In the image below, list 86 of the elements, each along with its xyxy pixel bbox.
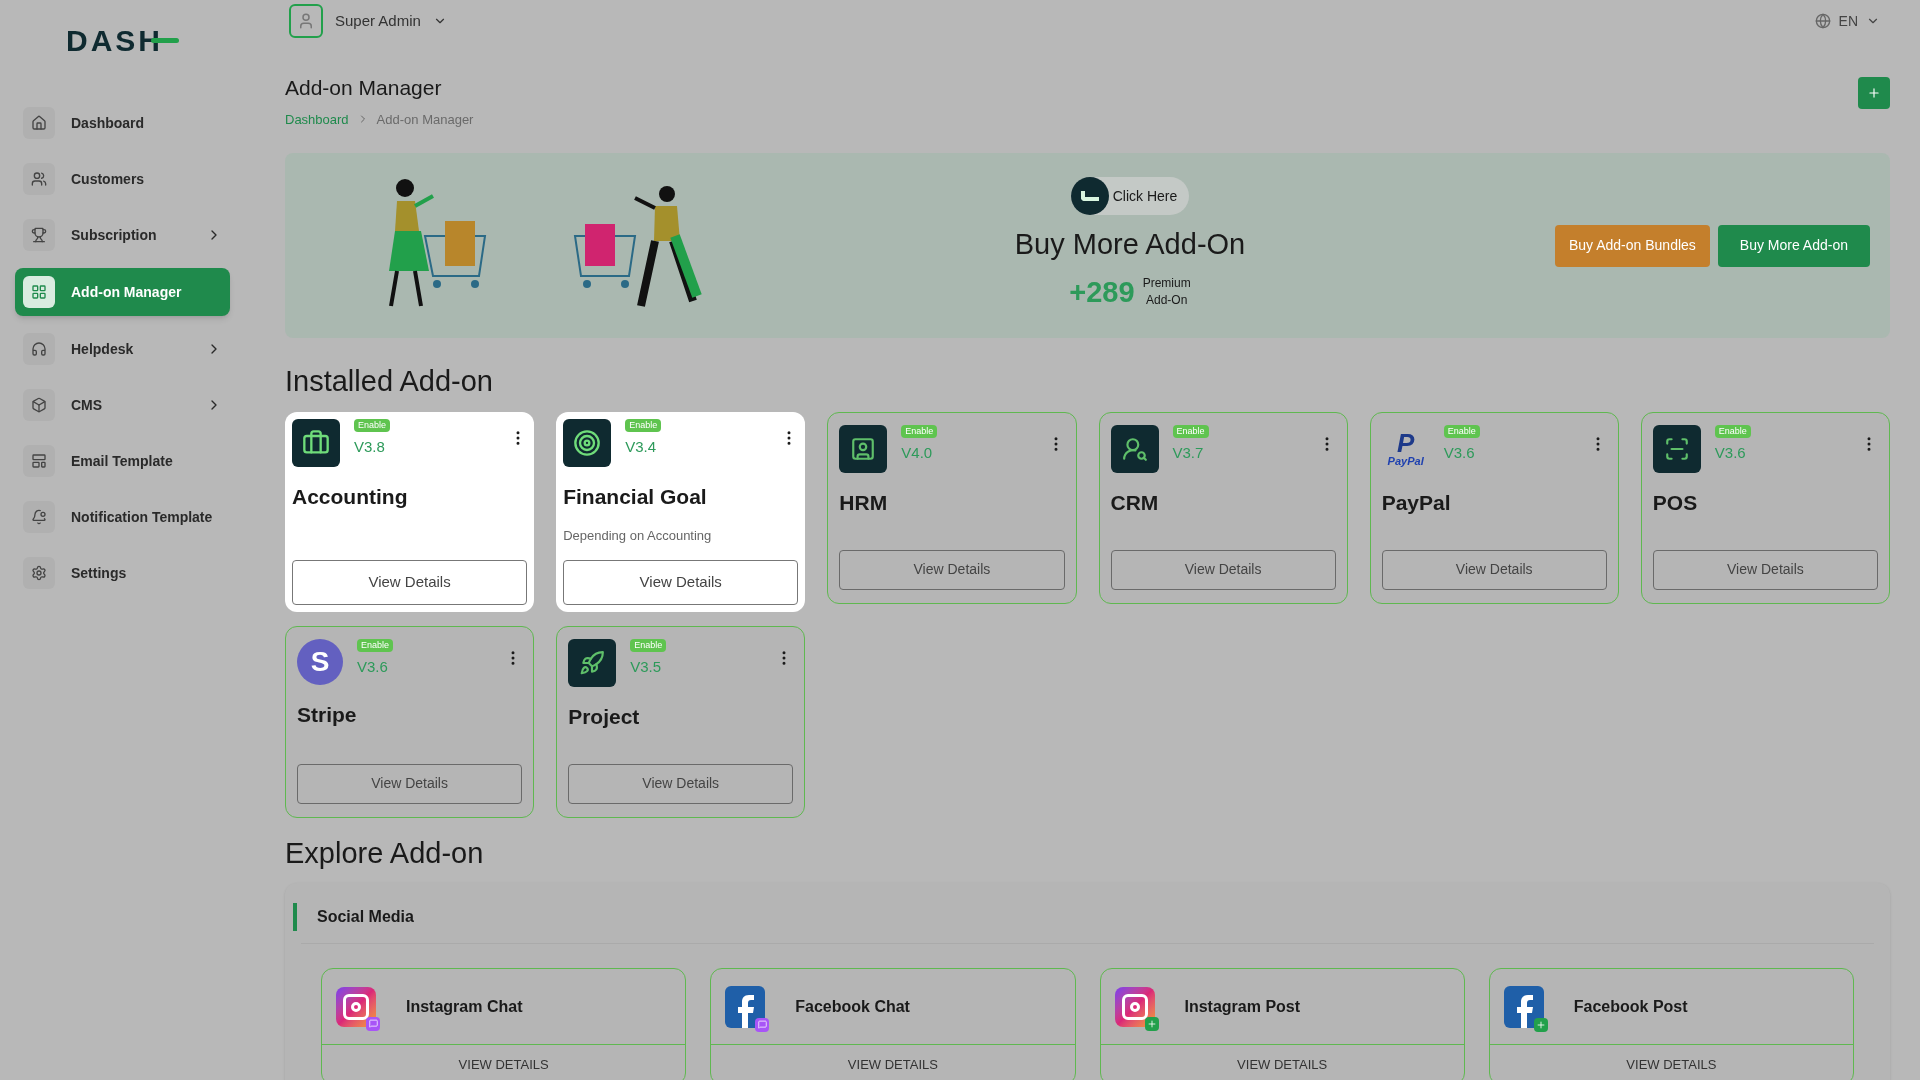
sidebar-item[interactable]: CMS <box>15 382 230 428</box>
headphones-icon <box>23 333 55 365</box>
sidebar-item[interactable]: Email Template <box>15 438 230 484</box>
view-details-button[interactable]: View Details <box>568 763 794 804</box>
plus-icon <box>1867 86 1881 100</box>
sidebar-item[interactable]: Subscription <box>15 212 230 258</box>
addon-name: Project <box>568 703 641 730</box>
version-label: V4.0 <box>901 442 933 463</box>
view-details-button[interactable]: View Details <box>839 549 1065 590</box>
addon-name: POS <box>1652 489 1699 516</box>
buy-bundles-button[interactable]: Buy Add-on Bundles <box>1554 224 1710 267</box>
addon-name: Accounting <box>292 483 409 510</box>
sidebar-item[interactable]: Customers <box>15 156 230 202</box>
addon-name: Facebook Chat <box>795 996 910 1017</box>
category-title[interactable]: Social Media <box>293 903 414 931</box>
stripe-logo: S <box>297 638 343 685</box>
status-badge: Enable <box>357 638 394 652</box>
language-selector[interactable]: EN <box>1814 10 1890 32</box>
addon-name: Facebook Post <box>1573 996 1688 1017</box>
version-label: V3.7 <box>1172 442 1204 463</box>
sidebar-item[interactable]: Notification Template <box>15 494 230 540</box>
version-label: V3.6 <box>1443 442 1475 463</box>
view-details-button[interactable]: View Details <box>563 559 799 605</box>
sidebar-item[interactable]: Dashboard <box>15 100 230 146</box>
buy-more-button[interactable]: Buy More Add-on <box>1717 224 1870 267</box>
status-badge: Enable <box>1714 424 1751 438</box>
sidebar-item[interactable]: Add-on Manager <box>15 268 230 316</box>
paypal-logo: P PayPal <box>1386 427 1425 469</box>
status-badge: Enable <box>354 418 391 432</box>
view-details-button[interactable]: View Details <box>1381 549 1607 590</box>
addon-name: Financial Goal <box>563 483 708 510</box>
settings-icon <box>23 557 55 589</box>
trophy-icon <box>23 219 55 251</box>
addon-name: HRM <box>839 489 889 516</box>
version-label: V3.6 <box>357 656 388 677</box>
sidebar-item[interactable]: Settings <box>15 550 230 596</box>
count-label: Premium <box>1142 275 1191 293</box>
version-label: V3.6 <box>1714 442 1746 463</box>
view-details-button[interactable]: VIEW DETAILS <box>322 1044 686 1080</box>
home-icon <box>23 107 55 139</box>
logo: DASH <box>66 17 179 63</box>
view-details-button[interactable]: VIEW DETAILS <box>1100 1044 1464 1080</box>
addon-name: PayPal <box>1381 489 1452 516</box>
addon-name: Instagram Post <box>1184 996 1301 1017</box>
version-label: V3.4 <box>625 436 656 457</box>
count-label: Add-On <box>1145 292 1188 310</box>
view-details-button[interactable]: View Details <box>1110 549 1336 590</box>
addon-name: CRM <box>1110 489 1160 516</box>
page-title: Add-on Manager <box>285 75 443 101</box>
dependency-note: Depending on Accounting <box>563 527 713 545</box>
click-here-badge[interactable]: Click Here <box>1070 177 1190 215</box>
addon-name: Stripe <box>297 701 358 728</box>
brand-icon <box>1070 177 1109 215</box>
addon-count: +289 <box>1069 274 1135 310</box>
grid-icon <box>23 276 55 308</box>
user-menu[interactable]: Super Admin <box>285 0 451 42</box>
status-badge: Enable <box>1172 424 1209 438</box>
version-label: V3.5 <box>630 656 661 677</box>
status-badge: Enable <box>1443 424 1480 438</box>
addon-name: Instagram Chat <box>406 996 523 1017</box>
banner-title: Buy More Add-On <box>1014 227 1246 262</box>
user-icon <box>1110 424 1159 473</box>
status-badge: Enable <box>630 638 667 652</box>
globe-icon <box>1814 13 1831 29</box>
view-details-button[interactable]: View Details <box>297 763 523 804</box>
view-details-button[interactable]: View Details <box>1652 549 1878 590</box>
rocket-icon <box>568 638 617 687</box>
section-title: Installed Add-on <box>285 364 494 399</box>
sidebar-item[interactable]: Helpdesk <box>15 326 230 372</box>
status-badge: Enable <box>901 424 938 438</box>
view-details-button[interactable]: VIEW DETAILS <box>711 1044 1075 1080</box>
template-icon <box>23 445 55 477</box>
briefcase-icon <box>292 418 340 467</box>
target-icon <box>563 418 612 467</box>
section-title: Explore Add-on <box>285 835 485 871</box>
version-label: V3.8 <box>354 436 385 457</box>
notification-icon <box>23 501 55 533</box>
scan-icon <box>1652 424 1701 473</box>
cube-icon <box>23 389 55 421</box>
breadcrumb-current: Add-on Manager <box>376 110 474 129</box>
view-details-button[interactable]: VIEW DETAILS <box>1489 1044 1853 1080</box>
avatar-icon <box>289 4 323 38</box>
view-details-button[interactable]: View Details <box>292 559 528 605</box>
users-icon <box>23 163 55 195</box>
user-icon <box>839 424 888 473</box>
status-badge: Enable <box>625 418 662 432</box>
